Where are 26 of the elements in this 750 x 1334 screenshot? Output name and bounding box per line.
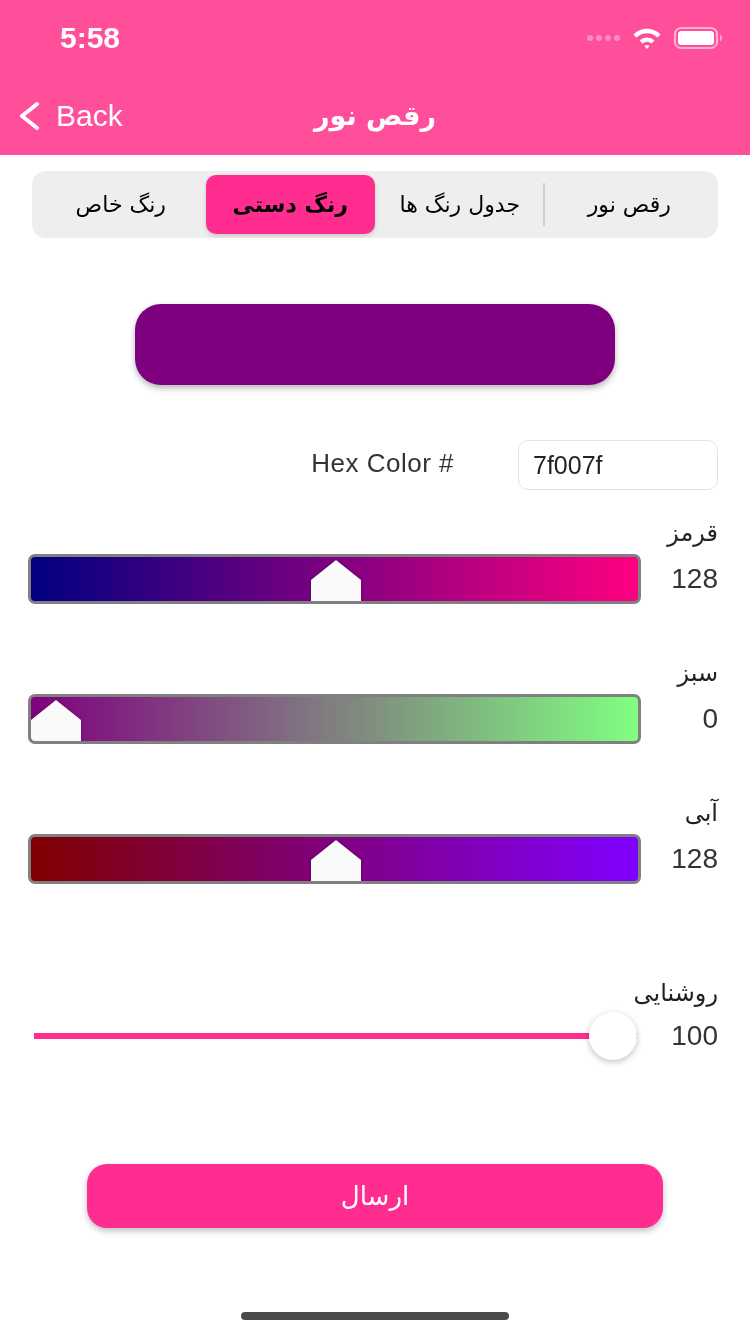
signal-dots-icon <box>587 35 620 41</box>
color-slider-track[interactable] <box>28 694 641 744</box>
slider-thumb[interactable] <box>589 1012 637 1060</box>
hex-label: Hex Color # <box>311 450 454 476</box>
channel-value: 0 <box>702 705 718 733</box>
slider-thumb[interactable] <box>31 700 81 741</box>
color-slider-track[interactable] <box>28 554 641 604</box>
channel-label: سبز <box>677 658 718 688</box>
segment-tab[interactable]: جدول رنگ ها <box>375 175 545 234</box>
channel-label: قرمز <box>667 518 718 548</box>
segment-tab[interactable]: رنگ خاص <box>36 175 206 234</box>
slider-thumb[interactable] <box>310 840 361 881</box>
color-slider-track[interactable] <box>28 834 641 884</box>
battery-icon <box>674 27 722 49</box>
channel-label: آبی <box>684 798 718 828</box>
segment-tab[interactable]: رقص نور <box>544 175 714 234</box>
chevron-left-icon <box>18 100 40 131</box>
channel-value: 128 <box>671 565 718 593</box>
wifi-icon <box>632 27 662 49</box>
brightness-value: 100 <box>671 1022 718 1050</box>
status-time: 5:58 <box>60 23 121 53</box>
brightness-label: روشنایی <box>633 978 718 1008</box>
hex-input[interactable]: 7f007f <box>518 440 718 490</box>
channel-value: 128 <box>671 845 718 873</box>
segment-tab[interactable]: رنگ دستی <box>205 175 375 234</box>
slider-thumb[interactable] <box>310 560 361 601</box>
